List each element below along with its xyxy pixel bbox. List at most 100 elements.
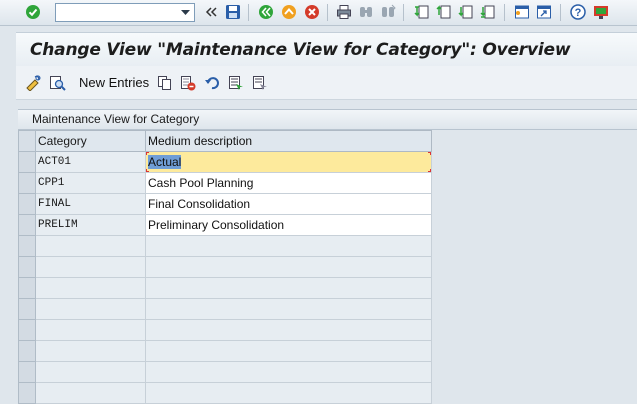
category-cell[interactable] (35, 256, 146, 278)
table-row: FINAL Final Consolidation (18, 193, 432, 215)
empty-row (18, 382, 432, 404)
undo-icon[interactable] (203, 74, 221, 92)
collapse-icon[interactable] (202, 3, 220, 21)
row-selector[interactable] (18, 319, 36, 341)
toolbar-separator (504, 4, 505, 21)
category-cell[interactable] (35, 235, 146, 257)
other-view-icon[interactable] (49, 74, 67, 92)
table-title: Maintenance View for Category (18, 109, 637, 130)
category-cell[interactable] (35, 298, 146, 320)
row-selector[interactable] (18, 193, 36, 215)
enter-icon[interactable] (24, 3, 42, 21)
command-input[interactable] (56, 4, 176, 21)
description-cell[interactable] (145, 340, 432, 362)
row-selector[interactable] (18, 256, 36, 278)
row-selector[interactable] (18, 382, 36, 404)
select-all-cell[interactable] (18, 130, 36, 152)
new-entries-button[interactable]: New Entries (79, 75, 149, 90)
display-change-icon[interactable] (25, 74, 43, 92)
description-cell[interactable]: Cash Pool Planning (145, 172, 432, 194)
focus-corner (428, 169, 431, 172)
svg-text:?: ? (575, 7, 582, 19)
focus-corner (146, 152, 149, 155)
left-margin (0, 26, 16, 390)
description-text: Actual (148, 155, 182, 169)
category-table: Category Medium description ACT01 Actual (18, 130, 432, 404)
row-selector[interactable] (18, 340, 36, 362)
category-cell[interactable] (35, 382, 146, 404)
category-cell: PRELIM (35, 214, 146, 236)
table-control: Maintenance View for Category Category M… (16, 108, 637, 404)
category-cell: CPP1 (35, 172, 146, 194)
description-cell[interactable] (145, 256, 432, 278)
description-cell[interactable] (145, 361, 432, 383)
back-icon[interactable] (257, 3, 275, 21)
next-page-icon[interactable] (457, 3, 475, 21)
focus-corner (428, 152, 431, 155)
description-cell[interactable]: Actual (145, 151, 432, 173)
category-cell[interactable] (35, 361, 146, 383)
help-icon[interactable]: ? (569, 3, 587, 21)
category-cell: FINAL (35, 193, 146, 215)
last-page-icon[interactable] (479, 3, 497, 21)
history-icon[interactable] (177, 4, 194, 21)
row-selector[interactable] (18, 151, 36, 173)
title-bar: Change View "Maintenance View for Catego… (16, 32, 637, 66)
empty-row (18, 277, 432, 299)
select-all-icon[interactable] (227, 74, 245, 92)
empty-row (18, 235, 432, 257)
empty-row (18, 361, 432, 383)
description-cell[interactable]: Final Consolidation (145, 193, 432, 215)
toolbar-separator (560, 4, 561, 21)
category-cell[interactable] (35, 340, 146, 362)
work-area: Maintenance View for Category Category M… (16, 100, 637, 404)
command-field[interactable] (55, 3, 195, 22)
description-cell[interactable]: Preliminary Consolidation (145, 214, 432, 236)
select-block-icon[interactable] (251, 74, 269, 92)
description-cell[interactable] (145, 382, 432, 404)
row-selector[interactable] (18, 235, 36, 257)
description-cell[interactable] (145, 277, 432, 299)
system-toolbar: ? (0, 0, 637, 26)
copy-as-icon[interactable] (156, 74, 174, 92)
new-session-icon[interactable] (513, 3, 531, 21)
description-cell[interactable] (145, 298, 432, 320)
table-row: PRELIM Preliminary Consolidation (18, 214, 432, 236)
table-row: ACT01 Actual (18, 151, 432, 173)
row-selector[interactable] (18, 214, 36, 236)
toolbar-separator (403, 4, 404, 21)
previous-page-icon[interactable] (435, 3, 453, 21)
row-selector[interactable] (18, 298, 36, 320)
description-cell[interactable] (145, 235, 432, 257)
focus-corner (146, 169, 149, 172)
save-icon[interactable] (224, 3, 242, 21)
delete-icon[interactable] (179, 74, 197, 92)
page-title: Change View "Maintenance View for Catego… (30, 40, 571, 60)
table-header-row: Category Medium description (18, 130, 432, 152)
empty-row (18, 298, 432, 320)
table-row: CPP1 Cash Pool Planning (18, 172, 432, 194)
row-selector[interactable] (18, 277, 36, 299)
description-cell[interactable] (145, 319, 432, 341)
find-icon[interactable] (357, 3, 375, 21)
print-icon[interactable] (335, 3, 353, 21)
column-header-description[interactable]: Medium description (145, 130, 432, 152)
toolbar-separator (248, 4, 249, 21)
column-header-category[interactable]: Category (35, 130, 146, 152)
category-cell[interactable] (35, 277, 146, 299)
customize-layout-icon[interactable] (592, 3, 610, 21)
first-page-icon[interactable] (413, 3, 431, 21)
category-cell: ACT01 (35, 151, 146, 173)
toolbar-separator (327, 4, 328, 21)
category-cell[interactable] (35, 319, 146, 341)
empty-row (18, 319, 432, 341)
row-selector[interactable] (18, 172, 36, 194)
application-toolbar: New Entries (16, 66, 637, 100)
shortcut-icon[interactable] (535, 3, 553, 21)
find-next-icon[interactable] (379, 3, 397, 21)
exit-icon[interactable] (280, 3, 298, 21)
empty-row (18, 340, 432, 362)
cancel-icon[interactable] (303, 3, 321, 21)
empty-row (18, 256, 432, 278)
row-selector[interactable] (18, 361, 36, 383)
